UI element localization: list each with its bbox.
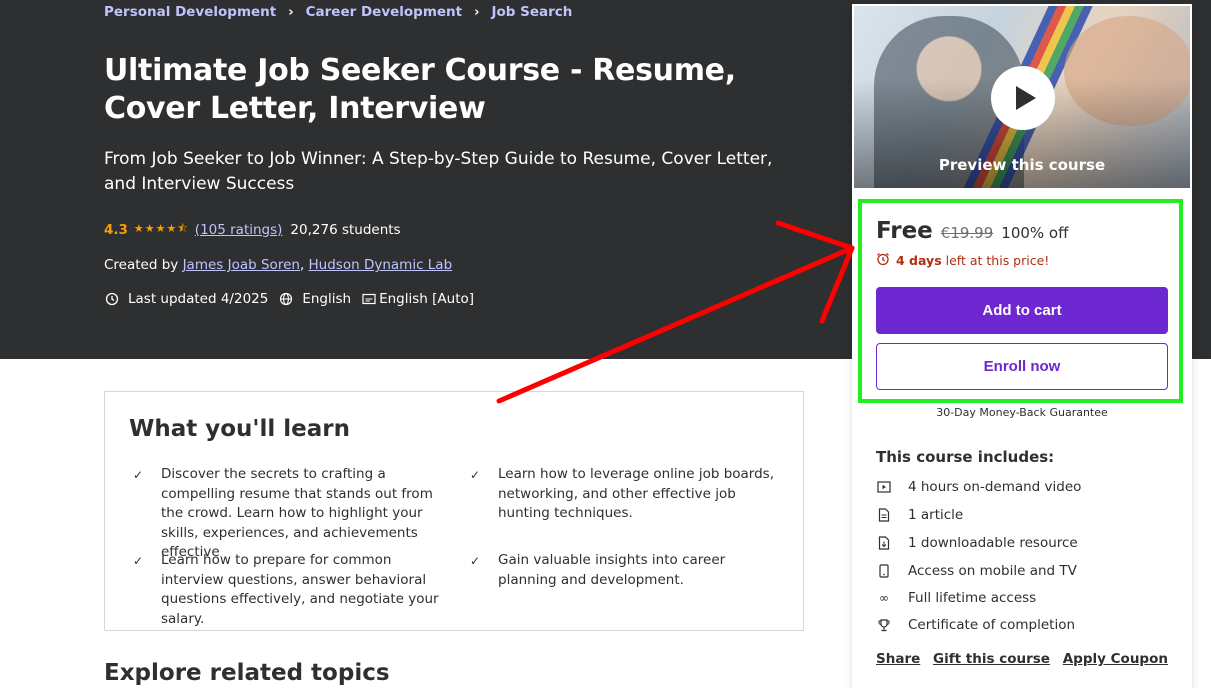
- check-icon: ✓: [470, 468, 481, 482]
- course-meta: Last updated 4/2025 English English [Aut…: [104, 291, 484, 307]
- breadcrumb-personal-development[interactable]: Personal Development: [104, 4, 276, 20]
- include-label: 1 downloadable resource: [908, 535, 1078, 551]
- mobile-icon: [876, 563, 892, 579]
- learn-item: ✓ Gain valuable insights into career pla…: [470, 551, 788, 590]
- author-link-hudson[interactable]: Hudson Dynamic Lab: [309, 257, 453, 273]
- breadcrumb: Personal Development › Career Developmen…: [104, 4, 572, 20]
- learn-item-text: Learn how to leverage online job boards,…: [498, 466, 775, 521]
- money-back-guarantee: 30-Day Money-Back Guarantee: [936, 406, 1108, 419]
- include-item: Certificate of completion: [876, 617, 1075, 633]
- last-updated: Last updated 4/2025: [128, 291, 269, 307]
- what-youll-learn-box: What you'll learn ✓ Discover the secrets…: [104, 391, 804, 631]
- learn-item-text: Discover the secrets to crafting a compe…: [161, 466, 433, 560]
- alarm-update-icon: [104, 291, 120, 307]
- course-language: English: [302, 291, 352, 307]
- include-item: 1 article: [876, 507, 963, 523]
- trophy-icon: [876, 617, 892, 633]
- learn-item: ✓ Learn how to leverage online job board…: [470, 465, 788, 524]
- rating-row: 4.3 ★★★★⯪ (105 ratings) 20,276 students: [104, 220, 401, 239]
- gift-course-link[interactable]: Gift this course: [933, 651, 1050, 667]
- created-by-label: Created by: [104, 257, 179, 273]
- purchase-sidebar: Preview this course Free €19.99 100% off…: [852, 4, 1192, 688]
- include-item: Access on mobile and TV: [876, 563, 1077, 579]
- play-icon[interactable]: [991, 66, 1055, 130]
- course-title: Ultimate Job Seeker Course - Resume, Cov…: [104, 53, 736, 126]
- check-icon: ✓: [133, 468, 144, 482]
- include-label: Certificate of completion: [908, 617, 1076, 633]
- learn-item-text: Gain valuable insights into career plann…: [498, 552, 726, 588]
- include-label: 1 article: [908, 507, 964, 523]
- preview-label: Preview this course: [938, 156, 1106, 174]
- course-subtitle: From Job Seeker to Job Winner: A Step-by…: [104, 149, 773, 194]
- include-label: Access on mobile and TV: [908, 563, 1077, 579]
- breadcrumb-career-development[interactable]: Career Development: [306, 4, 463, 20]
- download-file-icon: [876, 535, 892, 551]
- share-link[interactable]: Share: [876, 651, 920, 667]
- created-by: Created by James Joab Soren, Hudson Dyna…: [104, 257, 453, 273]
- article-icon: [876, 507, 892, 523]
- course-captions: English [Auto]: [379, 291, 475, 307]
- include-label: 4 hours on-demand video: [908, 479, 1082, 495]
- rating-count-link[interactable]: (105 ratings): [195, 222, 283, 238]
- learn-item: ✓ Learn how to prepare for common interv…: [133, 551, 451, 629]
- infinity-icon: ∞: [879, 591, 889, 605]
- breadcrumb-job-search[interactable]: Job Search: [491, 4, 572, 20]
- includes-title: This course includes:: [876, 448, 1055, 466]
- star-rating-icon: ★★★★⯪: [133, 222, 189, 235]
- apply-coupon-link[interactable]: Apply Coupon: [1063, 651, 1168, 667]
- rating-value: 4.3: [104, 221, 128, 238]
- check-icon: ✓: [470, 554, 481, 568]
- include-label: Full lifetime access: [908, 590, 1037, 606]
- include-item: ∞ Full lifetime access: [876, 590, 1036, 606]
- course-preview-video[interactable]: Preview this course: [852, 4, 1192, 190]
- student-count: 20,276 students: [290, 221, 401, 238]
- learn-item: ✓ Discover the secrets to crafting a com…: [133, 465, 451, 563]
- include-item: 4 hours on-demand video: [876, 479, 1081, 495]
- chevron-right-icon: ›: [288, 4, 294, 20]
- globe-icon: [278, 291, 294, 307]
- explore-related-topics-heading: Explore related topics: [104, 660, 390, 686]
- closed-captions-icon: [361, 291, 377, 307]
- video-icon: [876, 479, 892, 495]
- include-item: 1 downloadable resource: [876, 535, 1078, 551]
- what-youll-learn-title: What you'll learn: [129, 416, 350, 442]
- learn-item-text: Learn how to prepare for common intervie…: [161, 552, 439, 627]
- check-icon: ✓: [133, 554, 144, 568]
- highlight-box-annotation: [858, 199, 1183, 403]
- author-link-james[interactable]: James Joab Soren: [183, 257, 300, 273]
- sidebar-links: Share Gift this course Apply Coupon: [876, 651, 1168, 667]
- chevron-right-icon: ›: [474, 4, 480, 20]
